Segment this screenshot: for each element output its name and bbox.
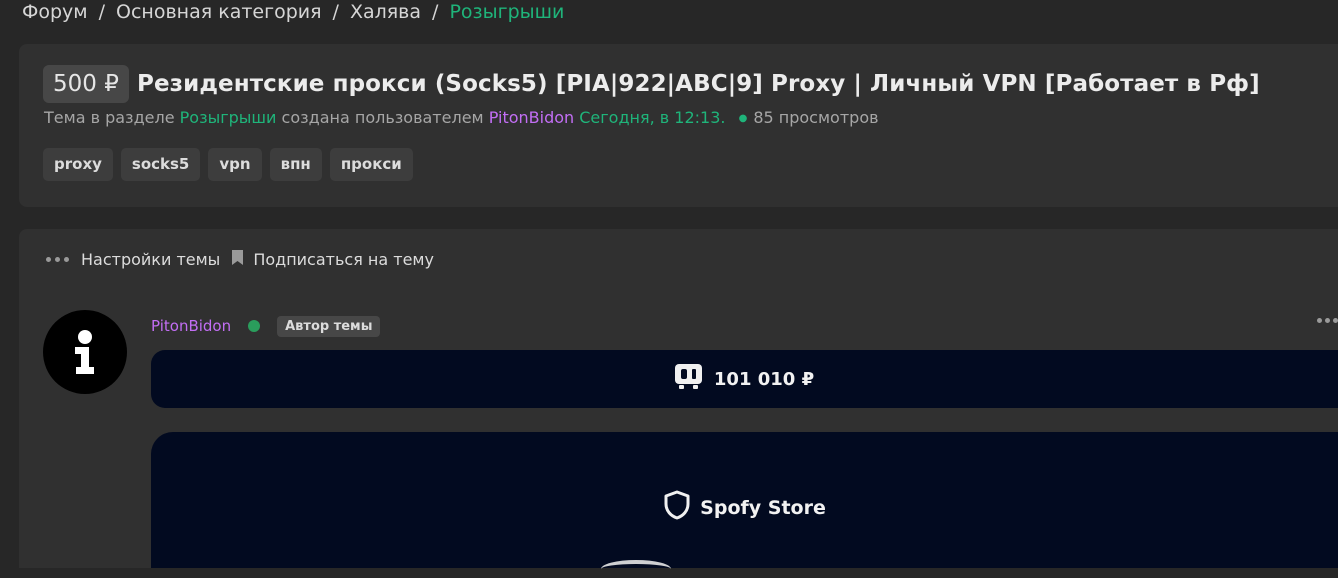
breadcrumb: Форум / Основная категория / Халява / Ро… — [22, 0, 564, 24]
meta-separator-dot: ● — [738, 113, 748, 124]
post-card: Настройки темы Подписаться на тему Piton… — [19, 229, 1338, 568]
breadcrumb-separator: / — [98, 1, 106, 23]
tag[interactable]: прокси — [329, 148, 413, 181]
subscribe-button[interactable]: Подписаться на тему — [253, 250, 434, 269]
price-badge: 500 ₽ — [43, 65, 129, 103]
meta-section-link[interactable]: Розыгрыши — [180, 108, 277, 127]
breadcrumb-separator: / — [432, 1, 439, 23]
balance-value: 101 010 ₽ — [713, 368, 815, 390]
breadcrumb-main-category[interactable]: Основная категория — [116, 1, 322, 23]
meta-author-link[interactable]: PitonBidon — [489, 108, 574, 127]
banner-content-edge — [601, 560, 671, 578]
dots-icon[interactable] — [46, 256, 69, 262]
store-name: Spofy Store — [700, 496, 826, 519]
breadcrumb-freebies[interactable]: Халява — [350, 1, 421, 23]
bookmark-icon[interactable] — [232, 249, 244, 269]
shield-icon — [663, 490, 691, 525]
meta-created-by: создана пользователем — [281, 108, 484, 127]
post-menu-icon[interactable] — [1317, 318, 1338, 323]
meta-views: 85 просмотров — [753, 108, 879, 127]
thread-actions: Настройки темы Подписаться на тему — [46, 247, 434, 271]
store-name-row: Spofy Store — [151, 490, 1338, 525]
breadcrumb-separator: / — [332, 1, 339, 23]
meta-time: Сегодня, в 12:13. — [579, 108, 726, 127]
post-author-row: PitonBidon Автор темы — [151, 314, 381, 338]
avatar[interactable] — [43, 310, 127, 394]
thread-settings-button[interactable]: Настройки темы — [81, 250, 220, 269]
breadcrumb-giveaways[interactable]: Розыгрыши — [449, 1, 564, 23]
tag[interactable]: socks5 — [120, 148, 201, 181]
tag[interactable]: vpn — [208, 148, 262, 181]
meta-prefix: Тема в разделе — [44, 108, 175, 127]
thread-meta: Тема в разделе Розыгрыши создана пользов… — [44, 107, 879, 130]
post-author-name[interactable]: PitonBidon — [151, 317, 231, 335]
tag[interactable]: впн — [269, 148, 322, 181]
tag[interactable]: proxy — [43, 148, 113, 181]
info-icon — [75, 330, 94, 374]
store-banner: Spofy Store — [151, 432, 1338, 568]
breadcrumb-forum[interactable]: Форум — [22, 1, 88, 23]
thread-header: 500 ₽ Резидентские прокси (Socks5) [PIA|… — [19, 44, 1338, 207]
page-title: Резидентские прокси (Socks5) [PIA|922|AB… — [137, 71, 1260, 97]
online-status-indicator — [248, 320, 261, 332]
balance-bar: 101 010 ₽ — [151, 350, 1338, 408]
tag-list: proxy socks5 vpn впн прокси — [43, 148, 413, 181]
wallet-icon — [674, 364, 702, 394]
author-badge: Автор темы — [277, 315, 381, 337]
